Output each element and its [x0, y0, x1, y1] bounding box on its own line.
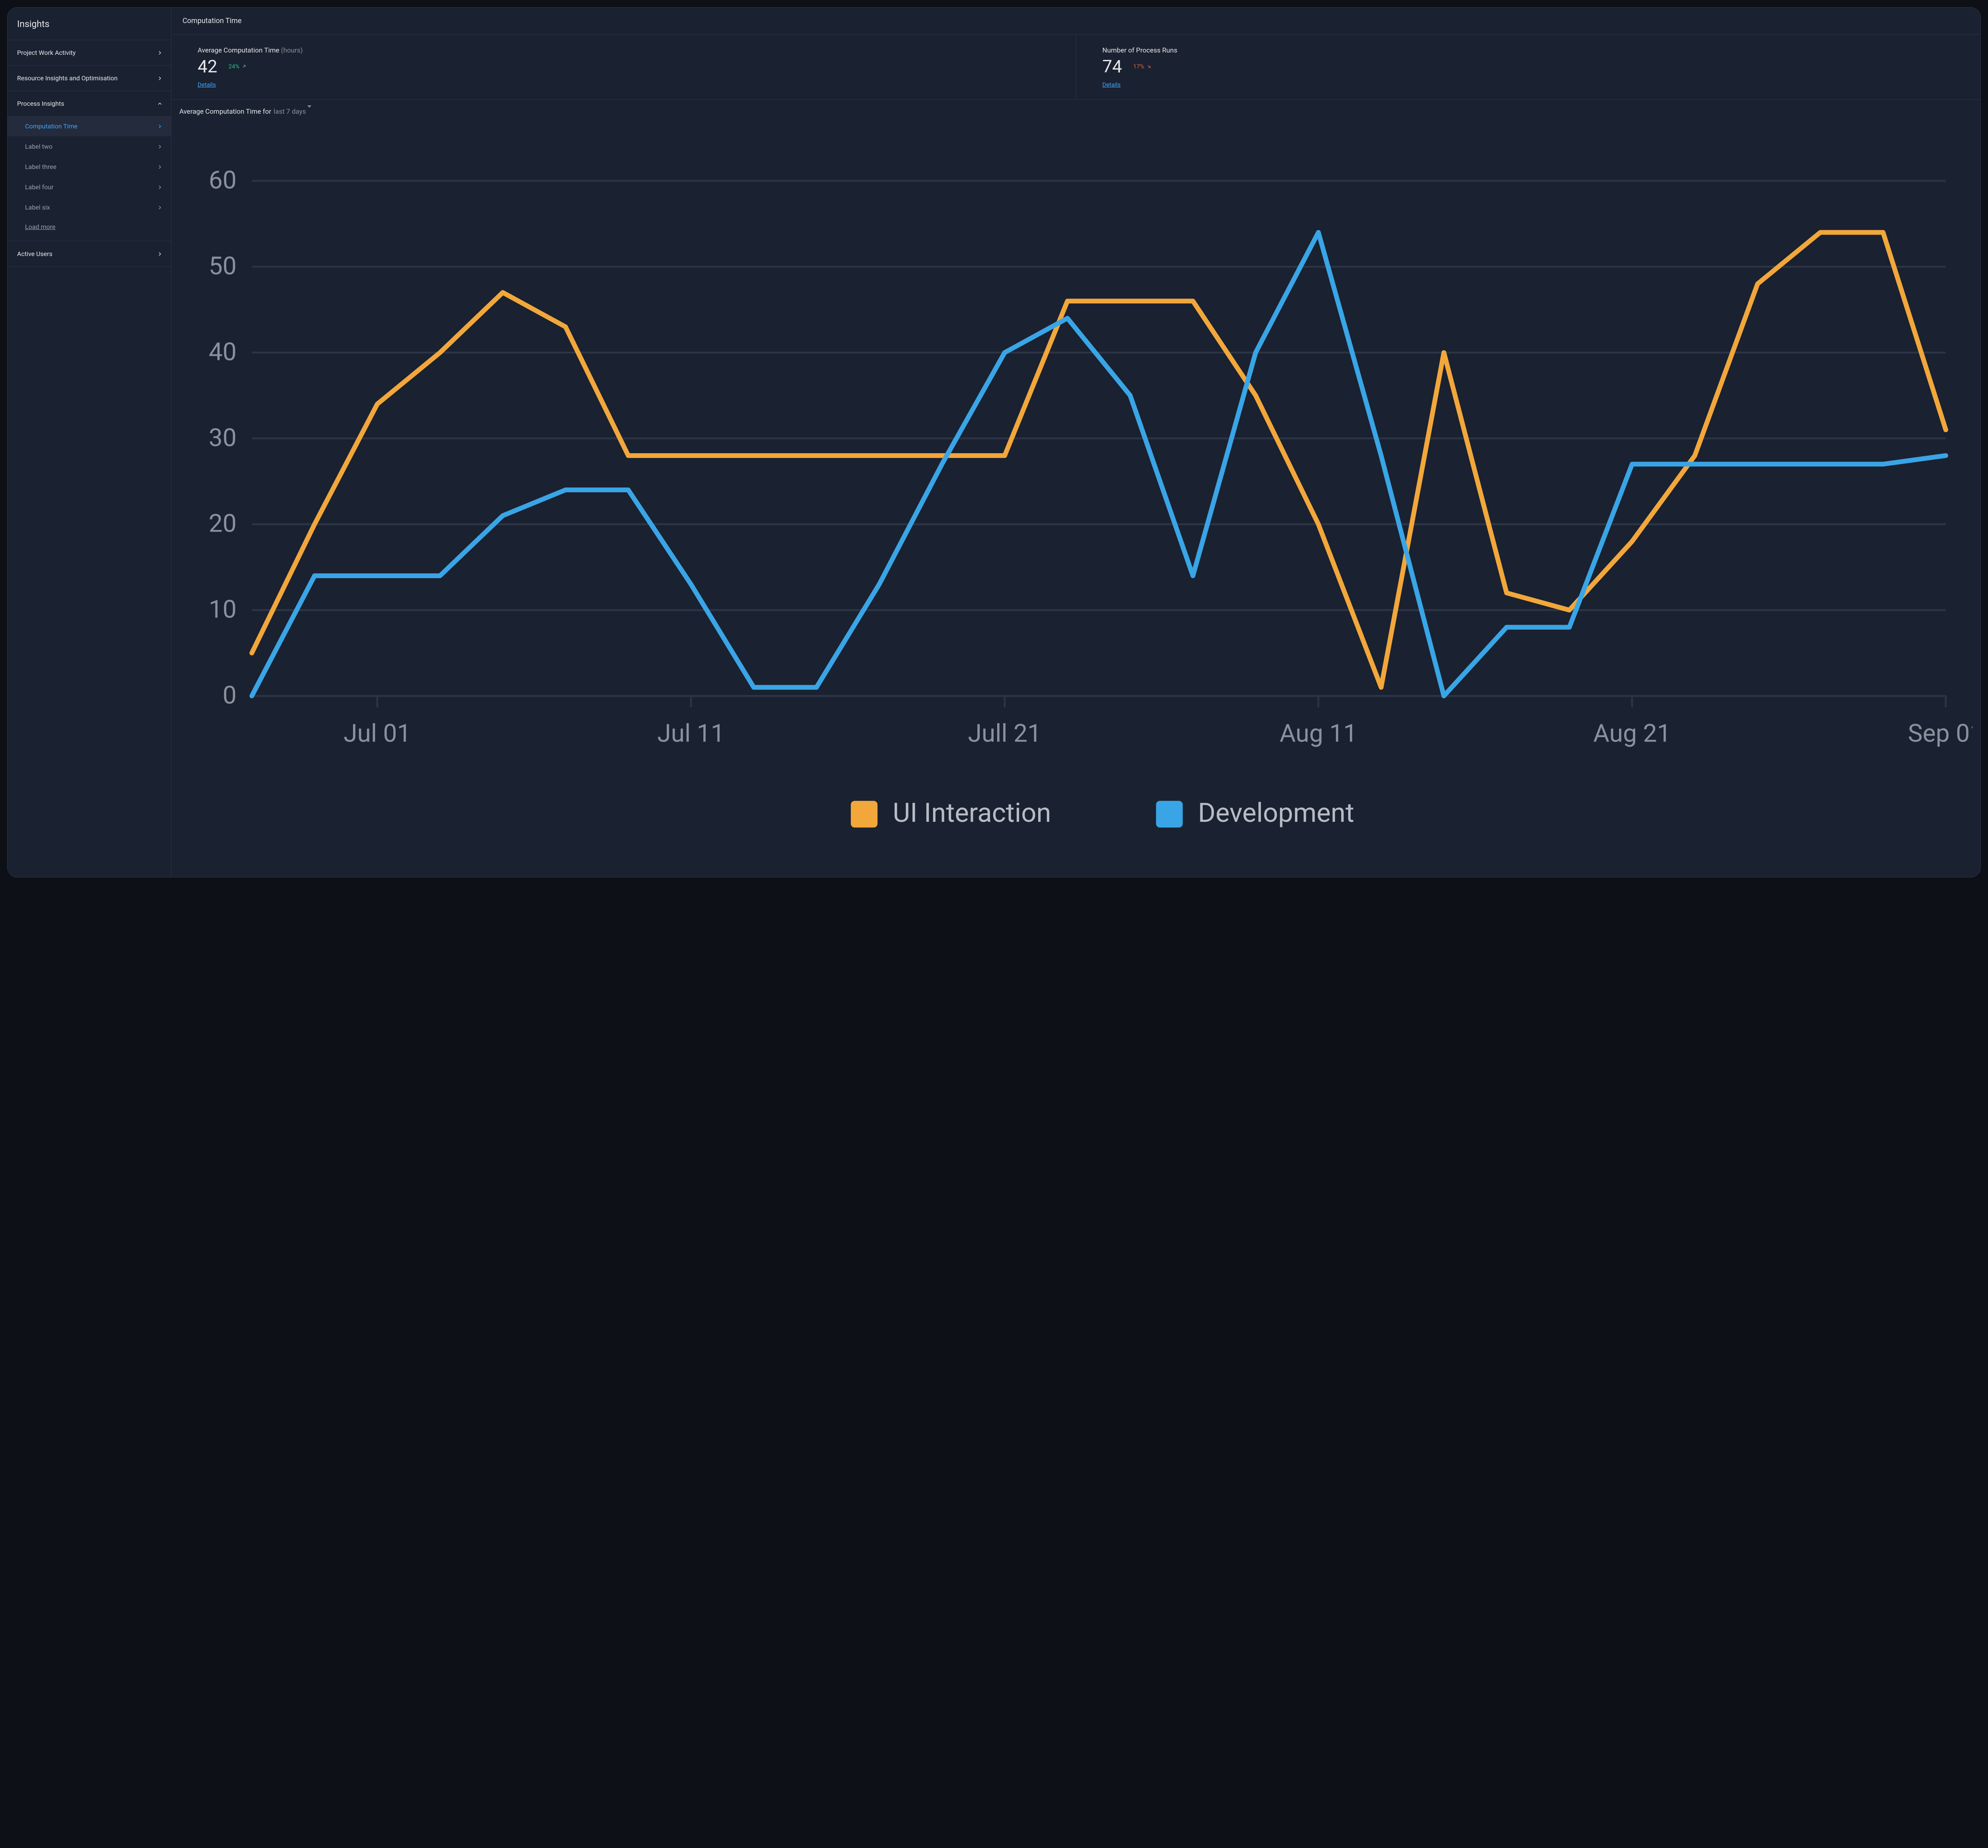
kpi-delta-text: 17% — [1133, 64, 1144, 70]
chart-header: Average Computation Time for last 7 days — [171, 100, 1980, 120]
app-frame: Insights Project Work Activity Resource … — [7, 7, 1981, 877]
nav-item-label: Resource Insights and Optimisation — [17, 74, 118, 82]
chevron-right-icon — [157, 123, 163, 130]
svg-text:Sep 01: Sep 01 — [1908, 719, 1972, 748]
svg-text:50: 50 — [209, 252, 237, 281]
sub-item-label-six[interactable]: Label six — [8, 197, 171, 217]
arrow-up-right-icon — [242, 64, 247, 69]
sub-item-label-four[interactable]: Label four — [8, 177, 171, 197]
kpi-value: 74 — [1103, 58, 1122, 75]
svg-text:UI Interaction: UI Interaction — [893, 798, 1051, 829]
kpi-process-runs: Number of Process Runs 74 17% Details — [1076, 35, 1981, 99]
svg-text:20: 20 — [209, 509, 237, 538]
kpi-title-unit: (hours) — [281, 47, 303, 54]
kpi-title: Number of Process Runs — [1103, 47, 1955, 54]
kpi-delta-up: 24% — [228, 64, 247, 70]
nav-item-resource-insights[interactable]: Resource Insights and Optimisation — [8, 66, 171, 91]
kpi-delta-down: 17% — [1133, 64, 1151, 70]
details-link[interactable]: Details — [1103, 81, 1121, 88]
chart-section: Average Computation Time for last 7 days… — [171, 100, 1980, 877]
chevron-up-icon — [157, 101, 163, 107]
details-link[interactable]: Details — [198, 81, 216, 88]
nav-item-project-work-activity[interactable]: Project Work Activity — [8, 40, 171, 66]
kpi-value-row: 74 17% — [1103, 58, 1955, 75]
svg-text:Jull 21: Jull 21 — [968, 719, 1042, 748]
caret-down-icon — [307, 105, 311, 116]
kpi-value-row: 42 24% — [198, 58, 1050, 75]
svg-text:40: 40 — [209, 338, 237, 367]
nav-item-process-insights[interactable]: Process Insights — [8, 91, 171, 116]
kpi-row: Average Computation Time (hours) 42 24% … — [171, 35, 1980, 100]
main-content: Computation Time Average Computation Tim… — [171, 8, 1980, 877]
svg-text:Jul 01: Jul 01 — [344, 719, 411, 748]
chevron-right-icon — [157, 50, 163, 56]
kpi-title: Average Computation Time (hours) — [198, 47, 1050, 54]
sub-item-label-two[interactable]: Label two — [8, 136, 171, 157]
sub-item-label-three[interactable]: Label three — [8, 157, 171, 177]
svg-text:30: 30 — [209, 423, 237, 452]
nav-item-active-users[interactable]: Active Users — [8, 241, 171, 267]
chart-range-dropdown[interactable]: last 7 days — [274, 108, 311, 116]
svg-text:Jul 11: Jul 11 — [657, 719, 725, 748]
page-title: Computation Time — [171, 8, 1980, 35]
sub-item-label: Label four — [25, 183, 54, 191]
svg-text:60: 60 — [209, 166, 237, 195]
svg-text:10: 10 — [209, 595, 237, 624]
chart-range-label: last 7 days — [274, 108, 306, 116]
sub-item-label: Label six — [25, 204, 50, 211]
chevron-right-icon — [157, 75, 163, 82]
sub-item-label: Computation Time — [25, 122, 78, 130]
kpi-value: 42 — [198, 58, 217, 75]
chevron-right-icon — [157, 144, 163, 150]
chevron-right-icon — [157, 204, 163, 211]
svg-text:Aug 21: Aug 21 — [1593, 719, 1671, 748]
chart-header-prefix: Average Computation Time for — [179, 108, 271, 116]
sidebar-title: Insights — [8, 8, 171, 40]
nav-item-label: Project Work Activity — [17, 49, 76, 56]
chevron-right-icon — [157, 251, 163, 257]
load-more-link[interactable]: Load more — [25, 223, 55, 231]
sidebar: Insights Project Work Activity Resource … — [8, 8, 171, 877]
kpi-title-text: Number of Process Runs — [1103, 47, 1177, 54]
sub-item-label: Label three — [25, 163, 56, 171]
chevron-right-icon — [157, 184, 163, 190]
kpi-avg-computation-time: Average Computation Time (hours) 42 24% … — [171, 35, 1076, 99]
arrow-down-right-icon — [1147, 64, 1151, 69]
sub-item-computation-time[interactable]: Computation Time — [8, 116, 171, 136]
line-chart: 0 10 20 30 40 50 60 Jul 01 Jul 11 Jull 21 Aug 11 Au… — [179, 124, 1972, 868]
chevron-right-icon — [157, 164, 163, 170]
sub-item-label: Label two — [25, 143, 52, 150]
svg-text:0: 0 — [223, 681, 237, 710]
svg-text:Aug 11: Aug 11 — [1279, 719, 1357, 748]
nav-item-label: Process Insights — [17, 100, 64, 107]
nav-item-label: Active Users — [17, 250, 52, 258]
svg-text:Development: Development — [1198, 798, 1354, 829]
kpi-title-text: Average Computation Time — [198, 47, 280, 54]
kpi-delta-text: 24% — [228, 64, 239, 70]
process-insights-sublist: Computation Time Label two Label three L… — [8, 116, 171, 241]
chart-container: 0 10 20 30 40 50 60 Jul 01 Jul 11 Jull 21 Aug 11 Au… — [171, 120, 1980, 877]
